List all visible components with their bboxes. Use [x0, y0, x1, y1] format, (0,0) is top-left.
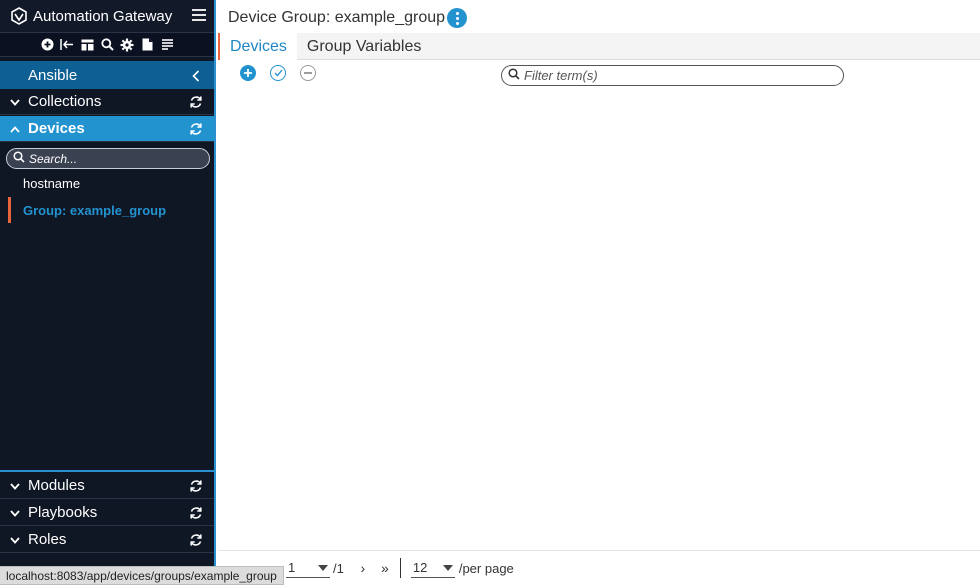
chevron-down-icon	[10, 531, 20, 548]
next-page-button[interactable]: ›	[354, 560, 372, 576]
chevron-up-icon	[10, 120, 20, 137]
chevron-down-icon	[10, 93, 20, 110]
chevron-down-icon	[10, 504, 20, 521]
sidebar-item-label: Roles	[28, 531, 67, 548]
file-icon[interactable]	[140, 38, 154, 52]
pagination: 1 /1 › » 12 /per page	[218, 550, 980, 585]
caret-down-icon	[442, 565, 453, 571]
refresh-icon[interactable]	[189, 506, 203, 524]
page-title-text: Device Group: example_group	[228, 9, 446, 26]
sidebar-section-label: Ansible	[28, 66, 78, 84]
sidebar-item-devices[interactable]: Devices	[0, 116, 214, 142]
sidebar-item-label: Playbooks	[28, 504, 98, 521]
gateway-logo-icon	[10, 7, 28, 25]
refresh-icon[interactable]	[189, 533, 203, 551]
total-pages: /1	[333, 560, 344, 576]
refresh-icon[interactable]	[189, 122, 203, 140]
caret-down-icon	[318, 565, 328, 571]
remove-device-button[interactable]	[300, 65, 316, 81]
per-page-value: 12	[412, 560, 428, 575]
status-url-bar: localhost:8083/app/devices/groups/exampl…	[0, 566, 284, 585]
app-window: Automation Gateway Ansible Collections D…	[0, 0, 980, 585]
list-icon[interactable]	[160, 38, 174, 52]
sidebar-toolbar	[0, 33, 214, 57]
sidebar-item-collections[interactable]: Collections	[0, 89, 214, 115]
logout-icon[interactable]	[60, 38, 74, 52]
select-all-button[interactable]	[270, 65, 286, 81]
menu-icon[interactable]	[192, 9, 206, 21]
add-device-button[interactable]	[240, 65, 256, 81]
tab-group-variables[interactable]: Group Variables	[297, 33, 431, 60]
sidebar: Automation Gateway Ansible Collections D…	[0, 0, 216, 585]
last-page-button[interactable]: »	[376, 560, 394, 576]
refresh-icon[interactable]	[189, 95, 203, 113]
sidebar-item-label: Devices	[28, 120, 85, 137]
sidebar-search	[6, 148, 210, 169]
per-page-select[interactable]: 12	[410, 558, 455, 578]
filter-box	[501, 65, 844, 86]
sidebar-item-label: Modules	[28, 477, 85, 494]
app-title: Automation Gateway	[33, 7, 173, 25]
main-content: Device Group: example_group Devices Grou…	[218, 0, 980, 585]
chevron-down-icon	[10, 477, 20, 494]
search-icon[interactable]	[100, 38, 114, 52]
dashboard-icon[interactable]	[80, 38, 94, 52]
brand-header: Automation Gateway	[0, 0, 214, 33]
sidebar-item-playbooks[interactable]: Playbooks	[0, 500, 214, 526]
tab-devices[interactable]: Devices	[218, 33, 297, 60]
sidebar-section-ansible[interactable]: Ansible	[0, 61, 214, 89]
tab-bar: Devices Group Variables	[218, 33, 980, 60]
search-icon	[508, 67, 520, 85]
sidebar-search-input[interactable]	[29, 151, 199, 166]
more-options-icon[interactable]	[447, 8, 468, 28]
add-circle-icon[interactable]	[40, 38, 54, 52]
sidebar-item-roles[interactable]: Roles	[0, 527, 214, 553]
sidebar-item-label: Collections	[28, 93, 102, 110]
filter-input[interactable]	[524, 68, 824, 83]
page-select[interactable]: 1	[286, 558, 330, 578]
chevron-left-icon[interactable]	[192, 69, 200, 86]
pager-divider	[399, 558, 401, 578]
sidebar-divider	[0, 470, 214, 472]
search-icon	[13, 150, 25, 168]
device-item-group[interactable]: Group: example_group	[8, 197, 214, 223]
per-page-label: /per page	[458, 560, 514, 576]
device-item-hostname[interactable]: hostname	[8, 170, 214, 196]
device-actions	[240, 65, 316, 81]
sidebar-item-modules[interactable]: Modules	[0, 473, 214, 499]
gear-icon[interactable]	[120, 38, 134, 52]
current-page: 1	[288, 560, 296, 575]
refresh-icon[interactable]	[189, 479, 203, 497]
page-title: Device Group: example_group	[228, 8, 468, 28]
